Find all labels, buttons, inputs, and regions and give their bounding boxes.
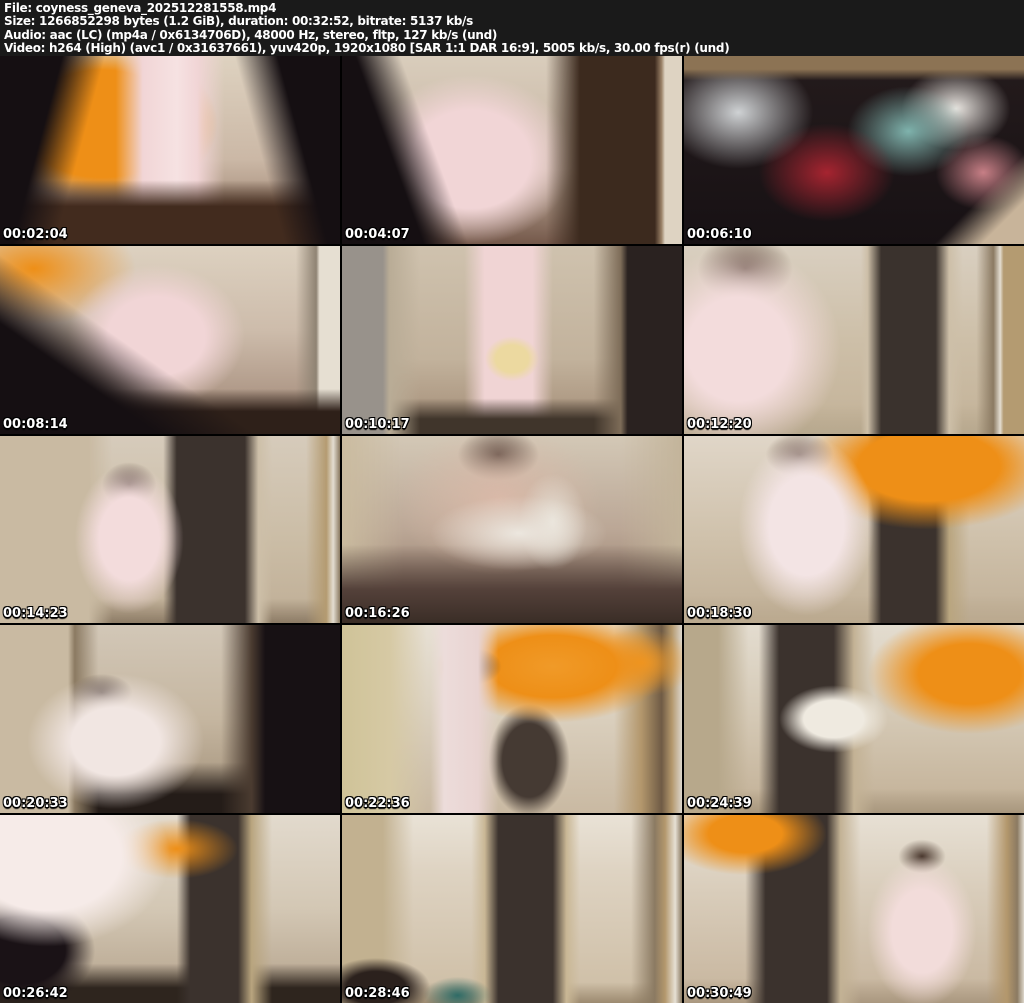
- media-info-header: File: coyness_geneva_202512281558.mp4 Si…: [0, 0, 1024, 56]
- video-thumbnail: 00:06:10: [684, 56, 1024, 244]
- timestamp-overlay: 00:14:23: [3, 606, 68, 622]
- video-thumbnail: 00:18:30: [684, 435, 1024, 624]
- timestamp-overlay: 00:02:04: [3, 226, 68, 242]
- video-thumbnail: 00:26:42: [0, 815, 340, 1003]
- video-thumbnail: 00:12:20: [684, 245, 1024, 434]
- timestamp-overlay: 00:30:49: [687, 986, 752, 1001]
- thumbnail-grid: 00:02:04 00:04:07 00:06:10 00:08:14 00:1…: [0, 56, 1024, 1003]
- video-thumbnail: 00:10:17: [342, 245, 682, 434]
- timestamp-overlay: 00:16:26: [345, 606, 410, 622]
- size-duration-bitrate-line: Size: 1266852298 bytes (1.2 GiB), durati…: [4, 14, 473, 29]
- timestamp-overlay: 00:06:10: [687, 226, 752, 242]
- timestamp-overlay: 00:04:07: [345, 226, 410, 242]
- video-thumbnail: 00:02:04: [0, 56, 340, 244]
- video-codec-line: Video: h264 (High) (avc1 / 0x31637661), …: [4, 41, 730, 56]
- timestamp-overlay: 00:18:30: [687, 606, 752, 622]
- timestamp-overlay: 00:12:20: [687, 416, 752, 432]
- timestamp-overlay: 00:10:17: [345, 416, 410, 432]
- video-thumbnail: 00:08:14: [0, 245, 340, 434]
- video-thumbnail: 00:28:46: [342, 815, 682, 1003]
- video-thumbnail: 00:20:33: [0, 625, 340, 814]
- video-thumbnail: 00:16:26: [342, 435, 682, 624]
- video-contact-sheet: File: coyness_geneva_202512281558.mp4 Si…: [0, 0, 1024, 1003]
- video-thumbnail: 00:14:23: [0, 435, 340, 624]
- timestamp-overlay: 00:08:14: [3, 416, 68, 432]
- audio-codec-line: Audio: aac (LC) (mp4a / 0x6134706D), 480…: [4, 27, 498, 42]
- timestamp-overlay: 00:24:39: [687, 796, 752, 812]
- timestamp-overlay: 00:20:33: [3, 796, 68, 812]
- file-name-line: File: coyness_geneva_202512281558.mp4: [4, 1, 277, 15]
- timestamp-overlay: 00:22:36: [345, 796, 410, 812]
- timestamp-overlay: 00:28:46: [345, 986, 410, 1001]
- timestamp-overlay: 00:26:42: [3, 986, 68, 1001]
- video-thumbnail: 00:24:39: [684, 625, 1024, 814]
- video-thumbnail: 00:30:49: [684, 815, 1024, 1003]
- video-thumbnail: 00:04:07: [342, 56, 682, 244]
- video-thumbnail: 00:22:36: [342, 625, 682, 814]
